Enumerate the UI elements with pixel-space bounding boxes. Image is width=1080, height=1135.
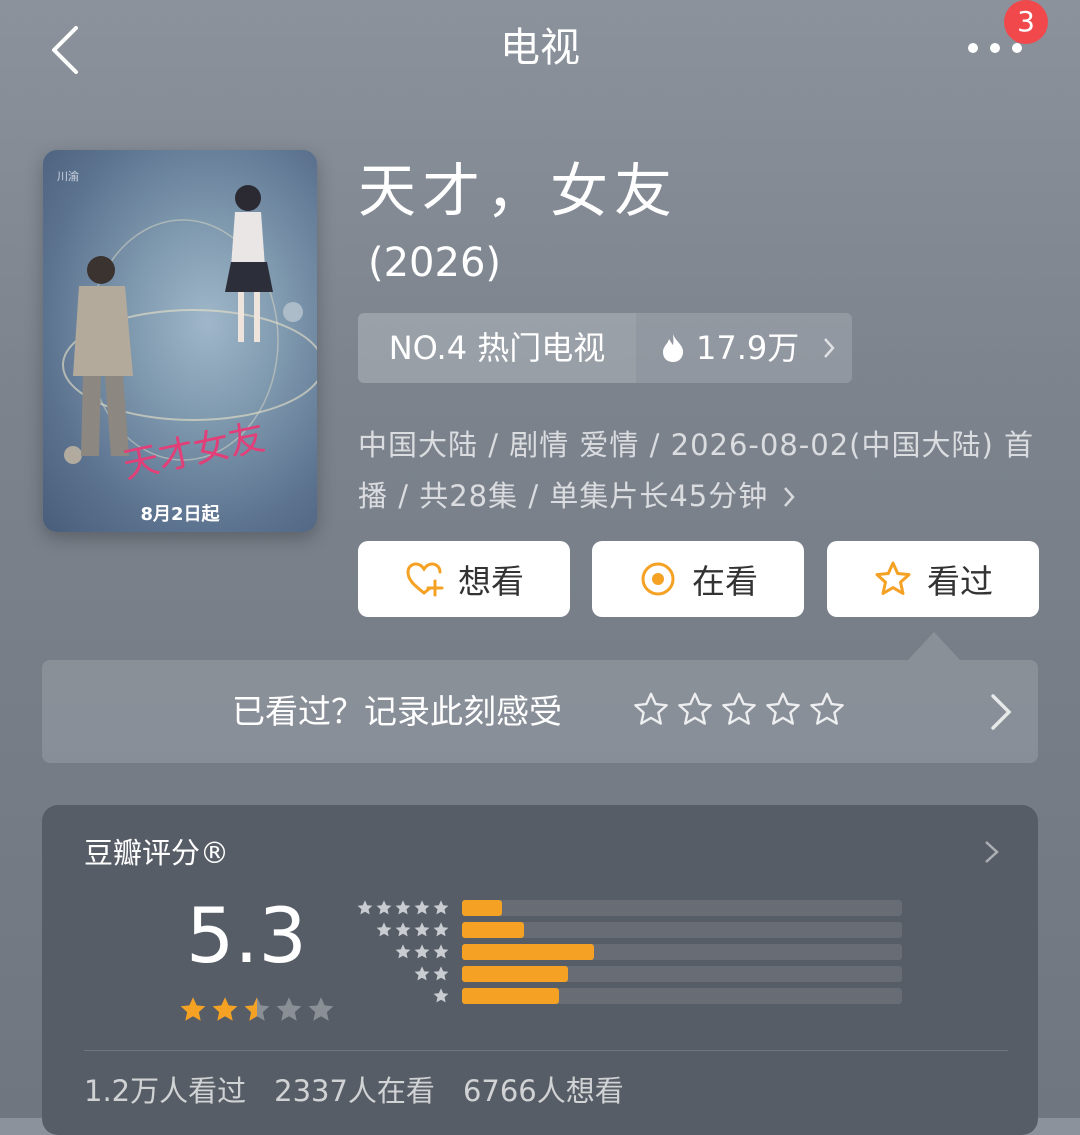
divider [84,1050,1008,1051]
svg-text:川渝: 川渝 [57,169,79,183]
rating-title: 豆瓣评分® [84,836,230,870]
star-small-icon [414,944,430,959]
heat-indicator: 17.9万 [636,313,852,383]
meta-line-2-text: 播 / 共28集 / 单集片长45分钟 [358,479,769,513]
distribution-bar-4 [462,922,524,938]
star-small-icon [414,900,430,915]
rank-label: NO.4 热门电视 [358,313,636,383]
star-full-icon [180,997,206,1021]
star-small-icon [433,900,449,915]
poster-date-caption: 8月2日起 [140,504,220,525]
distribution-stars-5 [352,899,450,919]
rating-score: 5.3 [186,891,307,980]
rank-chip[interactable]: NO.4 热门电视 17.9万 [358,313,852,383]
star-outline-icon[interactable] [808,691,846,729]
panel-pointer [908,632,960,660]
distribution-track [462,900,902,916]
heat-value: 17.9万 [696,329,800,367]
distribution-stars-4 [352,921,450,941]
poster-image[interactable]: 天才女友 川渝 8月2日起 [43,150,317,532]
distribution-bar-1 [462,988,559,1004]
heart-plus-icon [406,562,444,597]
want-to-watch-label: 想看 [458,562,524,601]
stat-watching: 2337人在看 [274,1074,435,1108]
stat-want: 6766人想看 [462,1074,624,1108]
star-full-icon [212,997,238,1021]
star-small-icon [433,944,449,959]
score-stars [178,995,336,1025]
star-small-icon [395,944,411,959]
star-small-icon [414,966,430,981]
watched-label: 看过 [927,562,993,601]
rate-stars[interactable] [632,691,846,731]
watching-button[interactable]: 在看 [592,541,804,617]
star-empty-icon [308,997,334,1021]
distribution-stars-2 [352,965,450,985]
chevron-right-icon [784,487,796,507]
star-small-icon [414,922,430,937]
distribution-track [462,922,902,938]
watched-button[interactable]: 看过 [827,541,1039,617]
want-to-watch-button[interactable]: 想看 [358,541,570,617]
star-outline-icon[interactable] [764,691,802,729]
star-outline-icon[interactable] [632,691,670,729]
distribution-track [462,966,902,982]
star-small-icon [376,922,392,937]
chevron-right-icon [991,694,1012,730]
star-small-icon [433,922,449,937]
poster-artwork: 天才女友 川渝 [57,169,317,487]
distribution-bar-5 [462,900,502,916]
star-empty-icon [276,997,302,1021]
star-small-icon [395,900,411,915]
meta-line-2: 播 / 共28集 / 单集片长45分钟 [358,471,1048,522]
distribution-stars-3 [352,943,450,963]
notification-badge: 3 [1004,0,1048,44]
distribution-track [462,944,902,960]
show-meta[interactable]: 中国大陆 / 剧情 爱情 / 2026-08-02(中国大陆) 首 播 / 共2… [358,420,1048,522]
distribution-track [462,988,902,1004]
show-year: (2026) [368,240,502,286]
chevron-right-icon [985,841,999,863]
star-outline-icon[interactable] [720,691,758,729]
rating-card[interactable]: 豆瓣评分® 5.3 1.2万人看过 2337人在看 6766人想看 [42,805,1038,1135]
chevron-right-icon [824,338,835,358]
page-title: 电视 [500,25,580,71]
distribution-bar-2 [462,966,568,982]
show-title: 天才，女友 [358,157,679,225]
watching-label: 在看 [692,562,758,601]
star-small-icon [395,922,411,937]
distribution-bar-3 [462,944,594,960]
svg-text:天才女友: 天才女友 [119,417,268,487]
flame-icon [663,334,684,362]
star-small-icon [433,966,449,981]
watch-stats: 1.2万人看过 2337人在看 6766人想看 [84,1073,624,1109]
stat-watched: 1.2万人看过 [84,1074,247,1108]
star-half-icon [244,997,270,1021]
star-outline-icon [875,561,911,595]
star-outline-icon[interactable] [676,691,714,729]
target-circle-icon [641,562,675,596]
record-feeling-panel[interactable]: 已看过？记录此刻感受 [42,660,1038,763]
star-small-icon [376,900,392,915]
star-small-icon [357,900,373,915]
distribution-stars-1 [352,987,450,1007]
star-small-icon [433,988,449,1003]
meta-line-1: 中国大陆 / 剧情 爱情 / 2026-08-02(中国大陆) 首 [358,428,1035,462]
record-feeling-prompt: 已看过？记录此刻感受 [232,692,562,731]
